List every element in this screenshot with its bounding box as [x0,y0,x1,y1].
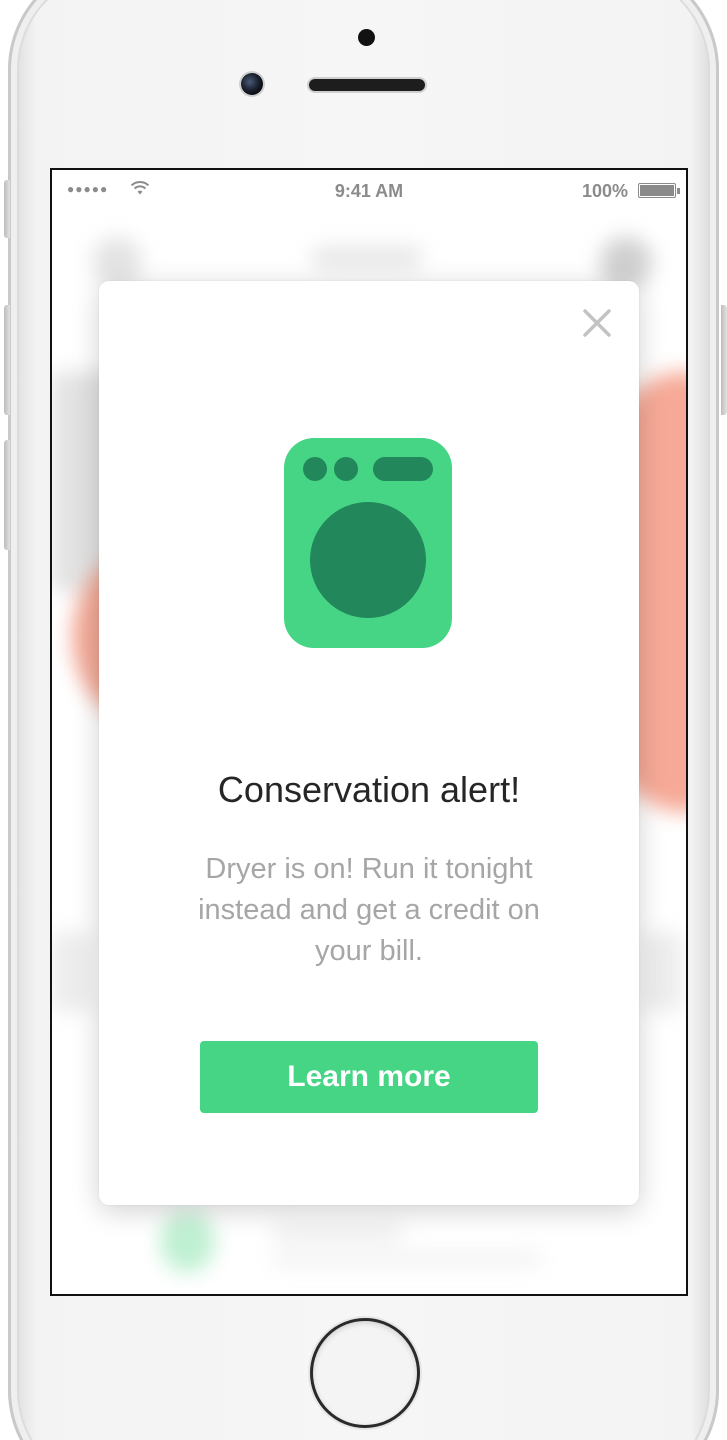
close-icon[interactable] [577,303,617,343]
alert-title: Conservation alert! [217,769,521,810]
device-frame: ●●●●● 9:41 AM 100% Conservation alert! D… [0,0,727,1440]
learn-more-button[interactable]: Learn more [200,1041,538,1113]
screen: ●●●●● 9:41 AM 100% Conservation alert! D… [50,168,688,1296]
dryer-icon [284,438,452,648]
battery-icon [638,183,676,198]
volume-down-button [4,440,10,550]
earpiece-speaker [309,79,425,91]
alert-message: Dryer is on! Run it tonight instead and … [198,853,540,967]
front-camera [241,73,263,95]
close-button[interactable] [577,303,617,343]
battery-percentage: 100% [581,181,628,201]
conservation-alert-modal: Conservation alert! Dryer is on! Run it … [99,281,639,1205]
battery-tip [677,188,680,194]
volume-up-button [4,305,10,415]
status-bar: ●●●●● 9:41 AM 100% [52,170,686,212]
mute-switch [4,180,10,238]
home-button[interactable] [310,1318,420,1428]
power-button [721,305,727,415]
proximity-sensor [358,29,375,46]
